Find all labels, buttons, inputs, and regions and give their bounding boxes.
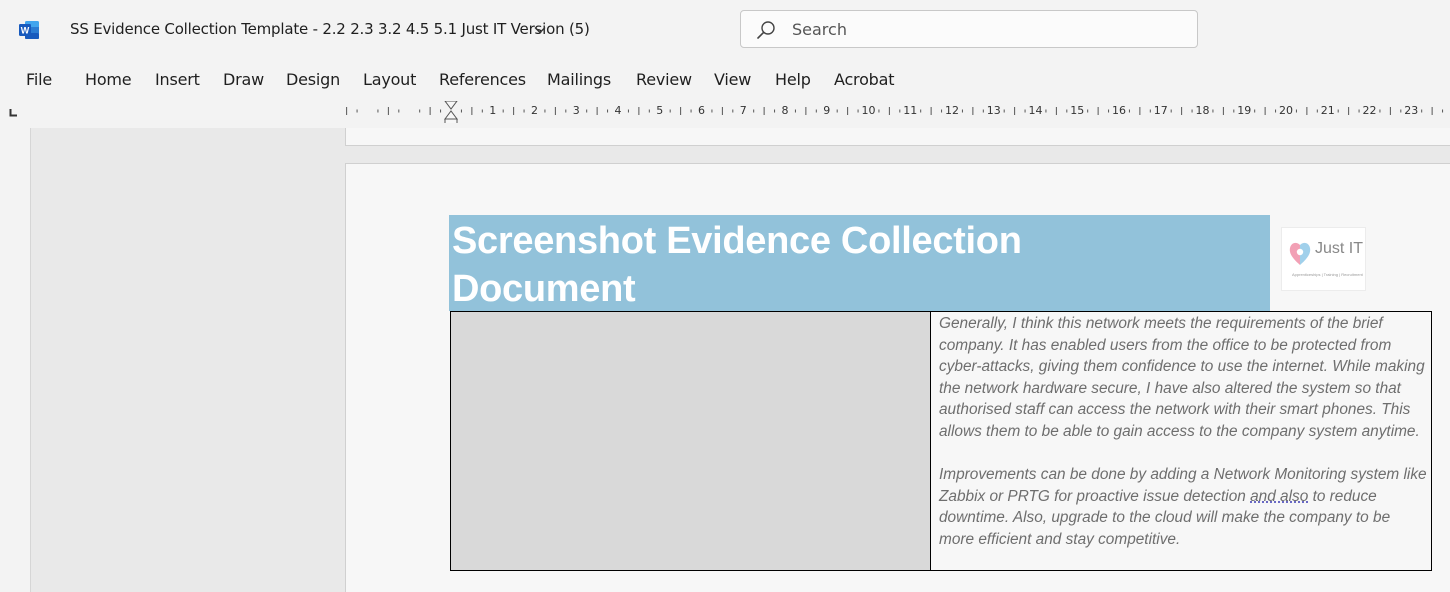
ruler-bar: 1 2 3 4 5 6 7 8 9 10 11 12 13 14 15 16 17 18 19 20 21 22 23 (0, 98, 1450, 129)
ruler-label: 13 (987, 104, 1001, 117)
tab-references[interactable]: References (439, 70, 526, 89)
just-it-logo: Just IT Apprenticeships | Training | Rec… (1281, 227, 1366, 291)
ruler-label: 1 (489, 104, 496, 117)
ruler-label: 7 (740, 104, 747, 117)
ruler-label: 2 (531, 104, 538, 117)
ruler-label: 15 (1070, 104, 1084, 117)
ribbon-tabs: File Home Insert Draw Design Layout Refe… (0, 62, 1450, 98)
page-title-line-2: Document (452, 268, 636, 310)
ruler-label: 21 (1321, 104, 1335, 117)
previous-page-edge (345, 128, 1450, 146)
vertical-ruler (0, 128, 31, 592)
heart-logo-icon (1289, 242, 1311, 265)
tab-stop-selector-icon[interactable] (9, 108, 18, 117)
page-title-line-1: Screenshot Evidence Collection (452, 220, 1022, 262)
tab-review[interactable]: Review (636, 70, 692, 89)
tab-design[interactable]: Design (286, 70, 340, 89)
ruler-label: 8 (782, 104, 789, 117)
ruler-label: 17 (1154, 104, 1168, 117)
title-banner[interactable]: Screenshot Evidence Collection Document (449, 215, 1270, 311)
ruler-label: 5 (656, 104, 663, 117)
search-icon (757, 21, 775, 39)
indent-marker-icon[interactable] (444, 101, 458, 123)
tab-acrobat[interactable]: Acrobat (834, 70, 895, 89)
tab-insert[interactable]: Insert (155, 70, 200, 89)
logo-tagline: Apprenticeships | Training | Recruitment (1292, 272, 1363, 277)
page-title[interactable]: Screenshot Evidence Collection Document (452, 217, 1212, 313)
notes-paragraph-1: Generally, I think this network meets th… (939, 315, 1425, 440)
ruler-ticks: 1 2 3 4 5 6 7 8 9 10 11 12 13 14 15 16 17 18 19 20 21 22 23 (346, 104, 1444, 117)
grammar-flagged-text[interactable]: and also (1250, 488, 1308, 505)
ruler-label: 6 (698, 104, 705, 117)
word-icon[interactable]: W (19, 20, 40, 40)
svg-text:W: W (21, 26, 30, 36)
chevron-down-icon[interactable] (533, 23, 547, 37)
ruler-label: 4 (615, 104, 622, 117)
tab-mailings[interactable]: Mailings (547, 70, 611, 89)
tab-help[interactable]: Help (775, 70, 811, 89)
notes-paragraph-2: Improvements can be done by adding a Net… (939, 464, 1429, 550)
ruler-label: 14 (1029, 104, 1043, 117)
screenshot-placeholder-cell[interactable] (451, 312, 931, 570)
ruler-label: 3 (573, 104, 580, 117)
ruler-label: 20 (1279, 104, 1293, 117)
logo-wordmark: Just IT (1315, 240, 1364, 257)
horizontal-ruler[interactable]: 1 2 3 4 5 6 7 8 9 10 11 12 13 14 15 16 17 18 19 20 21 22 23 (345, 101, 1450, 123)
evidence-table[interactable]: Generally, I think this network meets th… (450, 311, 1432, 571)
ruler-label: 12 (945, 104, 959, 117)
tab-draw[interactable]: Draw (223, 70, 264, 89)
evidence-notes-cell[interactable]: Generally, I think this network meets th… (939, 313, 1429, 551)
ruler-label: 11 (903, 104, 917, 117)
tab-view[interactable]: View (714, 70, 751, 89)
document-title[interactable]: SS Evidence Collection Template - 2.2 2.… (70, 20, 590, 38)
tab-file[interactable]: File (26, 70, 52, 89)
title-bar: W SS Evidence Collection Template - 2.2 … (0, 0, 1450, 60)
tab-home[interactable]: Home (85, 70, 132, 89)
ruler-label: 19 (1237, 104, 1251, 117)
ruler-label: 16 (1112, 104, 1126, 117)
ruler-label: 23 (1404, 104, 1418, 117)
search-placeholder: Search (792, 20, 847, 39)
ruler-label: 9 (823, 104, 830, 117)
ruler-label: 22 (1363, 104, 1377, 117)
tab-layout[interactable]: Layout (363, 70, 416, 89)
ruler-label: 10 (862, 104, 876, 117)
ruler-label: 18 (1196, 104, 1210, 117)
search-box[interactable]: Search (740, 10, 1198, 48)
